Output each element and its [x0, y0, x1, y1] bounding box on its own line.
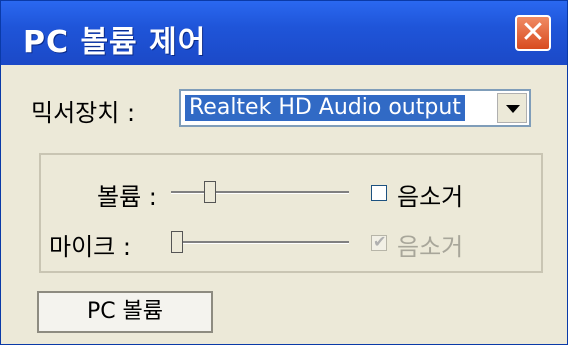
mic-label: 마이크 :: [49, 233, 131, 261]
pc-volume-button[interactable]: PC 볼륨: [37, 291, 213, 333]
volume-slider-track[interactable]: [171, 191, 349, 194]
close-button[interactable]: ✕: [515, 15, 551, 51]
mic-mute-label: 음소거: [397, 233, 464, 261]
mixer-device-value: Realtek HD Audio output: [185, 95, 465, 121]
pc-volume-window: PC 볼륨 제어 ✕ 믹서장치 : Realtek HD Audio outpu…: [0, 0, 568, 345]
window-title: PC 볼륨 제어: [23, 25, 207, 60]
mic-slider-track[interactable]: [171, 241, 349, 244]
mic-slider-thumb[interactable]: [171, 231, 183, 253]
chevron-down-icon: [506, 105, 520, 113]
volume-mute-checkbox[interactable]: [371, 185, 387, 201]
volume-label: 볼륨 :: [97, 183, 157, 211]
close-icon: ✕: [520, 15, 546, 50]
mic-mute-checkbox[interactable]: ✔: [371, 232, 387, 251]
title-bar[interactable]: PC 볼륨 제어 ✕: [1, 1, 567, 65]
dropdown-button[interactable]: [497, 93, 527, 123]
volume-mute-label: 음소거: [397, 183, 464, 211]
checkmark-icon: ✔: [373, 232, 387, 251]
volume-slider-thumb[interactable]: [204, 181, 217, 203]
mixer-device-label: 믹서장치 :: [31, 99, 136, 127]
mixer-device-select[interactable]: Realtek HD Audio output: [179, 89, 531, 127]
